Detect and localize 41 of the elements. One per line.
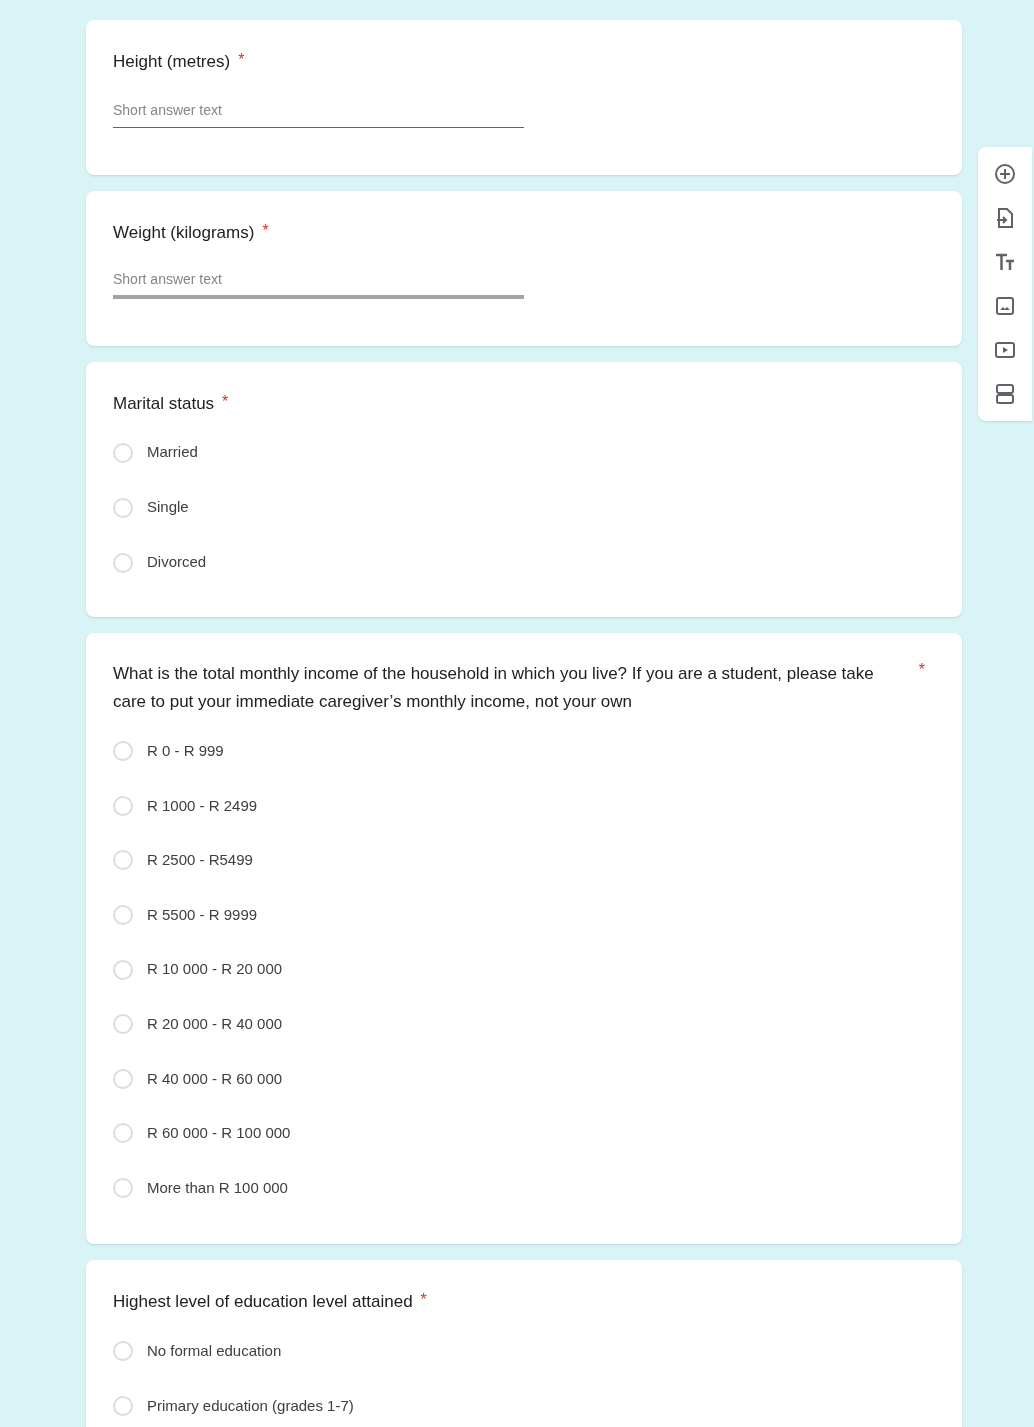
input-field[interactable]: Short answer text [113, 92, 524, 128]
question-title: Height (metres) [113, 51, 231, 73]
radio-button[interactable] [113, 552, 133, 573]
radio-button[interactable] [113, 741, 133, 762]
option-label: R 0 - R 999 [147, 741, 224, 762]
option-label: R 20 000 - R 40 000 [147, 1014, 283, 1034]
radio-button[interactable] [113, 497, 133, 518]
radio-button[interactable] [113, 442, 133, 463]
radio-button[interactable] [113, 1123, 133, 1144]
option-label: R 10 000 - R 20 000 [147, 959, 283, 980]
option-label: Married [147, 442, 198, 463]
radio-button[interactable] [113, 1340, 133, 1361]
option-label: Divorced [147, 552, 207, 573]
radio-button[interactable] [113, 1395, 133, 1416]
required-asterisk: * [238, 50, 245, 70]
add-icon[interactable] [992, 161, 1018, 187]
option-label: More than R 100 000 [147, 1177, 288, 1198]
option-label: No formal education [147, 1340, 282, 1361]
radio-button[interactable] [113, 1068, 133, 1089]
question-title: Highest level of education level attained [113, 1291, 413, 1314]
radio-button[interactable] [113, 905, 133, 926]
input-field[interactable]: Short answer text [113, 263, 524, 299]
question-title: What is the total monthly income of the household in which you live? If you are a student, please take care to put your immediate caregiver’s monthly income, not your own [113, 663, 875, 713]
option-label: Single [147, 497, 189, 518]
option-label: Primary education (grades 1-7) [147, 1395, 354, 1416]
radio-button[interactable] [113, 1178, 133, 1199]
required-asterisk: * [222, 392, 229, 412]
radio-button[interactable] [113, 850, 133, 871]
required-asterisk: * [262, 221, 269, 241]
question-title: Weight (kilograms) [113, 222, 255, 244]
radio-button[interactable] [113, 795, 133, 816]
option-label: R 1000 - R 2499 [147, 795, 258, 816]
option-label: R 40 000 - R 60 000 [147, 1068, 283, 1089]
option-label: R 5500 - R 9999 [147, 904, 258, 925]
required-asterisk: * [420, 1290, 427, 1311]
radio-button[interactable] [113, 959, 133, 980]
required-asterisk: * [918, 660, 925, 680]
question-title: Marital status [113, 393, 215, 415]
option-label: R 2500 - R5499 [147, 850, 253, 871]
radio-button[interactable] [113, 1014, 133, 1035]
option-label: R 60 000 - R 100 000 [147, 1123, 291, 1144]
